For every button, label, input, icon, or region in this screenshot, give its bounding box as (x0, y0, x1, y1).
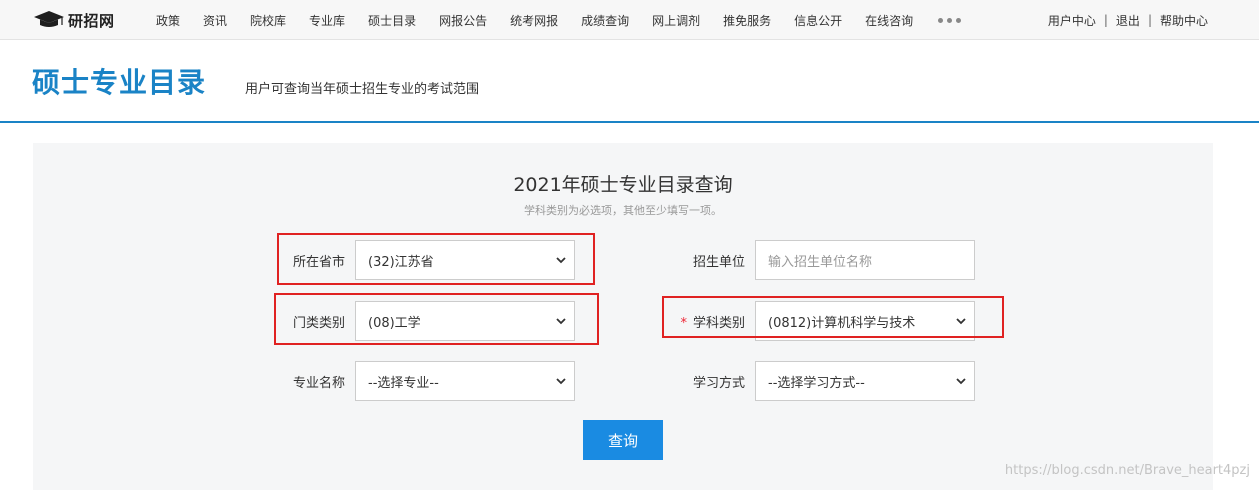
nav-link-disclosure[interactable]: 信息公开 (794, 12, 842, 29)
major-value: --选择专业-- (368, 375, 439, 391)
study-mode-select[interactable]: --选择学习方式-- (755, 361, 975, 401)
query-button[interactable]: 查询 (583, 420, 663, 460)
more-icon[interactable] (938, 17, 962, 23)
nav-link-score-query[interactable]: 成绩查询 (581, 12, 629, 29)
top-nav: 研招网 政策 资讯 院校库 专业库 硕士目录 网报公告 统考网报 成绩查询 网上… (0, 0, 1259, 40)
highlight-box-province (277, 233, 595, 285)
nav-link-adjustment[interactable]: 网上调剂 (652, 12, 700, 29)
highlight-box-category (274, 293, 599, 345)
page-header: 硕士专业目录 用户可查询当年硕士招生专业的考试范围 (0, 41, 1259, 123)
form-hint: 学科类别为必选项，其他至少填写一项。 (524, 204, 722, 217)
chevron-down-icon (956, 378, 966, 385)
page-subtitle: 用户可查询当年硕士招生专业的考试范围 (245, 82, 480, 97)
nav-link-master-catalog[interactable]: 硕士目录 (368, 12, 416, 29)
graduation-cap-icon (34, 11, 64, 27)
logout-link[interactable]: 退出 (1116, 12, 1140, 29)
highlight-box-discipline (662, 296, 1004, 338)
unit-label: 招生单位 (692, 255, 745, 270)
major-label: 专业名称 (292, 376, 345, 391)
unit-placeholder: 输入招生单位名称 (768, 254, 873, 270)
nav-link-schools[interactable]: 院校库 (250, 12, 286, 29)
main-nav: 政策 资讯 院校库 专业库 硕士目录 网报公告 统考网报 成绩查询 网上调剂 推… (156, 0, 962, 40)
user-center-link[interactable]: 用户中心 (1048, 12, 1096, 29)
study-mode-label: 学习方式 (692, 376, 745, 391)
site-logo[interactable]: 研招网 (34, 10, 115, 30)
nav-link-registration-notice[interactable]: 网报公告 (439, 12, 487, 29)
nav-link-recommendation[interactable]: 推免服务 (723, 12, 771, 29)
study-mode-value: --选择学习方式-- (768, 375, 865, 391)
page-title: 硕士专业目录 (32, 66, 207, 99)
query-panel: 2021年硕士专业目录查询 学科类别为必选项，其他至少填写一项。 所在省市 (3… (33, 143, 1213, 490)
chevron-down-icon (556, 378, 566, 385)
unit-input[interactable]: 输入招生单位名称 (755, 240, 975, 280)
nav-link-policy[interactable]: 政策 (156, 12, 180, 29)
logo-text: 研招网 (68, 11, 115, 30)
form-title: 2021年硕士专业目录查询 (513, 174, 733, 196)
help-center-link[interactable]: 帮助中心 (1160, 12, 1208, 29)
user-links: 用户中心 | 退出 | 帮助中心 (1047, 12, 1208, 29)
major-select[interactable]: --选择专业-- (355, 361, 575, 401)
watermark: https://blog.csdn.net/Brave_heart4pzj (1004, 463, 1250, 478)
nav-link-news[interactable]: 资讯 (203, 12, 227, 29)
nav-link-majors[interactable]: 专业库 (309, 12, 345, 29)
nav-link-exam-registration[interactable]: 统考网报 (510, 12, 558, 29)
nav-link-consult[interactable]: 在线咨询 (865, 12, 913, 29)
